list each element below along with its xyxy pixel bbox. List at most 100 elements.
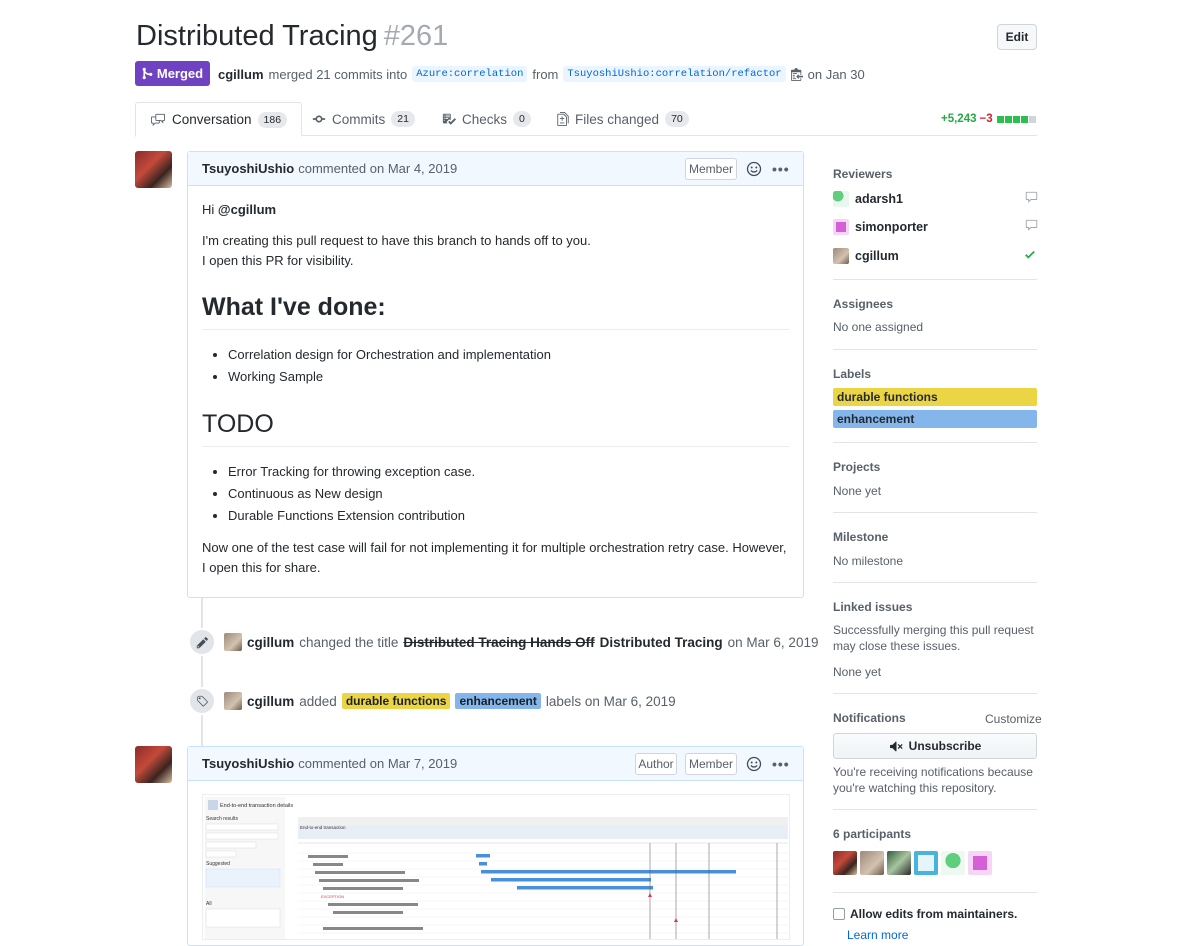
edit-button[interactable]: Edit xyxy=(997,24,1037,50)
allow-edits-label[interactable]: Allow edits from maintainers. xyxy=(850,907,1017,921)
projects-text: None yet xyxy=(833,484,882,498)
event-date[interactable]: on Mar 6, 2019 xyxy=(728,635,819,650)
avatar[interactable] xyxy=(887,851,911,875)
pr-number: #261 xyxy=(383,20,449,52)
reviewers-heading[interactable]: Reviewers xyxy=(833,167,892,181)
head-branch[interactable]: TsuyoshiUshio:correlation/refactor xyxy=(563,66,786,82)
event-user[interactable]: cgillum xyxy=(247,694,294,709)
user-mention[interactable]: @cgillum xyxy=(218,202,276,217)
labels-heading[interactable]: Labels xyxy=(833,367,871,381)
timeline-line xyxy=(201,598,203,746)
comment-icon xyxy=(1025,219,1038,235)
comment-header: TsuyoshiUshio commented on Mar 4, 2019 M… xyxy=(188,152,803,186)
comment-author[interactable]: TsuyoshiUshio xyxy=(202,161,294,176)
tab-conversation[interactable]: Conversation 186 xyxy=(135,102,303,137)
reviewer-name: simonporter xyxy=(855,220,928,234)
tab-commits-count: 21 xyxy=(391,111,415,127)
page-title: Distributed Tracing #261 xyxy=(136,20,448,53)
tag-icon xyxy=(188,687,216,715)
smiley-icon[interactable] xyxy=(746,756,762,775)
author-badge: Author xyxy=(635,753,677,775)
additions-count: +5,243 xyxy=(941,113,977,125)
checklist-icon xyxy=(442,113,456,125)
todo-list: Error Tracking for throwing exception ca… xyxy=(202,461,789,527)
reviewer-simonporter[interactable]: simonporter xyxy=(833,219,928,235)
screenshot-suggested-label: Suggested xyxy=(206,861,230,867)
linked-issues-none: None yet xyxy=(833,665,882,679)
avatar[interactable] xyxy=(224,633,242,651)
list-item: Correlation design for Orchestration and… xyxy=(228,344,789,366)
comment-timestamp[interactable]: commented on Mar 4, 2019 xyxy=(298,161,457,176)
tab-commits[interactable]: Commits 21 xyxy=(312,102,415,136)
customize-link[interactable]: Customize xyxy=(985,711,1042,727)
avatar[interactable] xyxy=(224,692,242,710)
label-durable-functions[interactable]: durable functions xyxy=(341,693,451,709)
screenshot-title: End-to-end transaction details xyxy=(220,803,293,809)
avatar xyxy=(833,191,849,207)
diffstat: +5,243 −3 xyxy=(941,113,1036,125)
labels-added-event: cgillum added durable functions enhancem… xyxy=(224,692,676,710)
avatar[interactable] xyxy=(860,851,884,875)
milestone-heading[interactable]: Milestone xyxy=(833,530,888,544)
reviewer-name: adarsh1 xyxy=(855,192,903,206)
merge-author[interactable]: cgillum xyxy=(218,67,264,82)
tab-conversation-label: Conversation xyxy=(172,112,252,127)
comment-header: TsuyoshiUshio commented on Mar 7, 2019 A… xyxy=(188,747,803,781)
reviewer-adarsh1[interactable]: adarsh1 xyxy=(833,191,903,207)
label-durable-functions[interactable]: durable functions xyxy=(833,388,1037,406)
merged-label: Merged xyxy=(156,66,204,81)
avatar[interactable] xyxy=(968,851,992,875)
avatar[interactable] xyxy=(135,151,172,188)
event-user[interactable]: cgillum xyxy=(247,635,294,650)
linked-issues-text-2: may close these issues. xyxy=(833,639,961,653)
avatar[interactable] xyxy=(941,851,965,875)
pr-tabs: Conversation 186 Commits 21 Checks 0 Fil… xyxy=(135,102,1037,137)
heading-todo: TODO xyxy=(202,408,789,447)
smiley-icon[interactable] xyxy=(746,161,762,180)
merged-badge: Merged xyxy=(135,61,210,86)
pr-meta: cgillum merged 21 commits into Azure:cor… xyxy=(218,66,865,82)
merge-icon xyxy=(142,67,153,80)
pencil-icon xyxy=(188,628,216,656)
milestone-text: No milestone xyxy=(833,554,904,568)
embedded-screenshot[interactable]: End-to-end transaction details Search re… xyxy=(202,794,790,940)
done-list: Correlation design for Orchestration and… xyxy=(202,344,789,388)
tab-conversation-count: 186 xyxy=(257,111,288,128)
clipboard-icon[interactable] xyxy=(790,67,803,81)
divider xyxy=(833,892,1037,893)
tab-checks[interactable]: Checks 0 xyxy=(442,102,531,136)
label-enhancement[interactable]: enhancement xyxy=(833,410,1037,428)
reviewer-cgillum[interactable]: cgillum xyxy=(833,248,899,264)
tab-files-count: 70 xyxy=(665,111,689,127)
divider xyxy=(833,349,1037,350)
kebab-menu-icon[interactable]: ••• xyxy=(772,756,790,772)
label-enhancement[interactable]: enhancement xyxy=(455,693,541,709)
divider xyxy=(833,809,1037,810)
comment-timestamp[interactable]: commented on Mar 7, 2019 xyxy=(298,756,457,771)
member-badge: Member xyxy=(685,753,737,775)
screenshot-search-label: Search results xyxy=(206,816,238,822)
allow-edits-checkbox[interactable] xyxy=(833,908,845,920)
event-action: added xyxy=(299,693,337,709)
participants-list xyxy=(833,851,992,875)
member-badge: Member xyxy=(685,158,737,180)
base-branch[interactable]: Azure:correlation xyxy=(412,66,528,82)
deletions-count: −3 xyxy=(979,113,993,125)
projects-heading[interactable]: Projects xyxy=(833,460,880,474)
divider xyxy=(833,512,1037,513)
kebab-menu-icon[interactable]: ••• xyxy=(772,161,790,177)
event-action: changed the title xyxy=(299,634,399,650)
linked-issues-heading[interactable]: Linked issues xyxy=(833,600,912,614)
screenshot-exception-label: EXCEPTION xyxy=(321,894,344,899)
avatar[interactable] xyxy=(135,746,172,783)
unsubscribe-button[interactable]: Unsubscribe xyxy=(833,733,1037,759)
avatar[interactable] xyxy=(833,851,857,875)
allow-edits-row: Allow edits from maintainers. xyxy=(833,907,1017,921)
assignees-heading[interactable]: Assignees xyxy=(833,297,893,311)
avatar xyxy=(833,219,849,235)
comment-author[interactable]: TsuyoshiUshio xyxy=(202,756,294,771)
avatar[interactable] xyxy=(914,851,938,875)
event-suffix: labels on Mar 6, 2019 xyxy=(545,693,676,709)
comment-icon xyxy=(1025,191,1038,207)
tab-files-changed[interactable]: Files changed 70 xyxy=(557,102,689,136)
